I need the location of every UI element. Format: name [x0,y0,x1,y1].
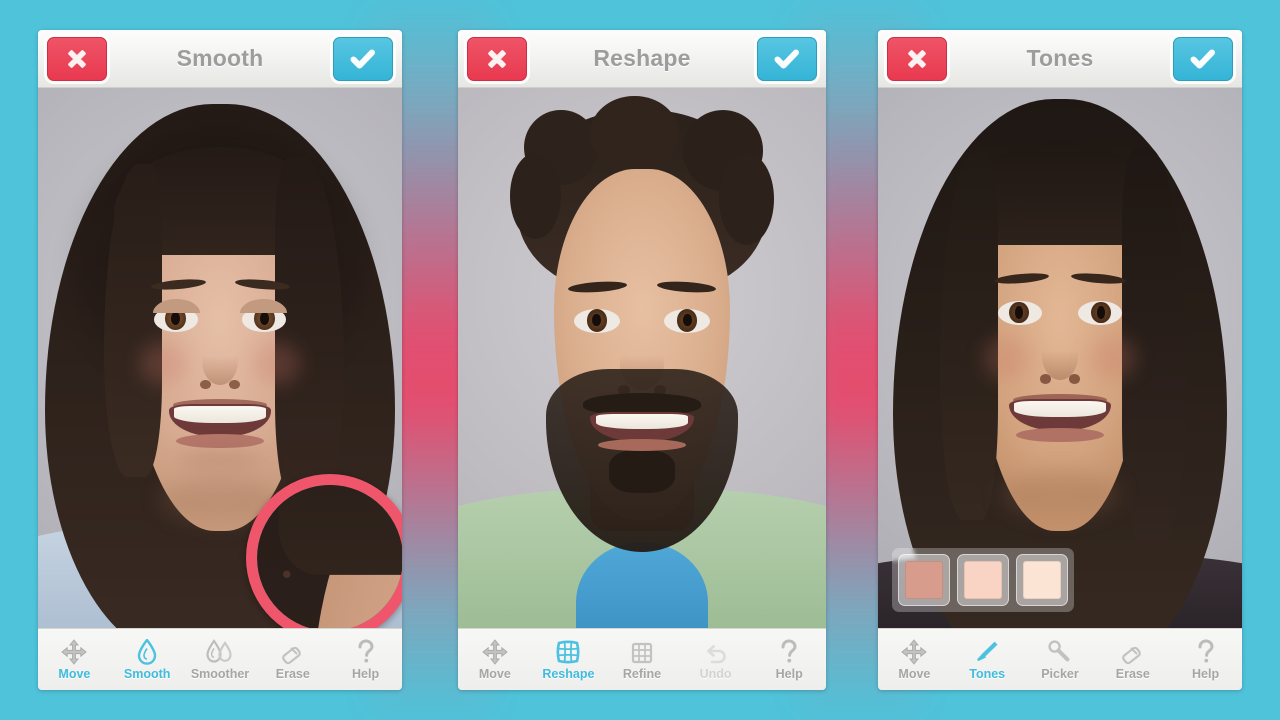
photo-canvas-smooth[interactable] [38,88,402,628]
move-arrows-icon [901,638,928,665]
tool-label: Erase [1115,666,1150,681]
check-icon [1190,49,1215,69]
magnifier-loupe[interactable] [246,474,402,628]
move-arrows-icon [482,638,508,665]
titlebar-tones: Tones [878,30,1242,88]
tool-label: Reshape [542,666,595,681]
warp-grid-icon [555,639,581,665]
tool-label: Help [352,666,380,681]
tool-picker[interactable]: Picker [1024,629,1097,690]
tool-move[interactable]: Move [38,629,111,690]
tool-label: Refine [622,666,662,681]
undo-arrow-icon [703,639,729,665]
tool-move[interactable]: Move [458,629,532,690]
tone-swatch-color [905,561,943,599]
tool-smooth[interactable]: Smooth [111,629,184,690]
toolbar-tones: Move Tones Picker Erase Help [878,628,1242,690]
tool-label: Erase [275,666,310,681]
tool-label: Help [775,666,803,681]
tool-help[interactable]: Help [1169,629,1242,690]
question-mark-icon [356,638,376,665]
cancel-button[interactable] [887,37,947,81]
tool-help[interactable]: Help [329,629,402,690]
eraser-icon [1120,639,1146,665]
tool-label: Move [898,666,931,681]
tone-swatch-color [964,561,1002,599]
tool-erase[interactable]: Erase [1096,629,1169,690]
tool-help[interactable]: Help [752,629,826,690]
tool-label: Move [58,666,91,681]
check-icon [774,49,799,69]
tool-label: Undo [699,666,732,681]
cancel-button[interactable] [47,37,107,81]
tool-refine[interactable]: Refine [605,629,679,690]
move-arrows-icon [61,638,88,665]
eraser-icon [280,639,306,665]
eyedropper-icon [1047,639,1073,665]
app-panel-tones: Tones Move Tones Picker Erase Help [878,30,1242,690]
close-icon [488,50,506,68]
tool-label: Move [478,666,511,681]
app-panel-reshape: Reshape Move Reshape Refine Undo Help [458,30,826,690]
tone-swatch-3[interactable] [1016,554,1068,606]
tool-undo[interactable]: Undo [679,629,753,690]
question-mark-icon [779,638,799,665]
tone-swatch-tray [892,548,1074,612]
photo-canvas-reshape[interactable] [458,88,826,628]
page-title: Reshape [593,45,691,71]
titlebar-reshape: Reshape [458,30,826,88]
tool-reshape[interactable]: Reshape [532,629,606,690]
app-panel-smooth: Smooth Move Smooth Smoother Erase Help [38,30,402,690]
fine-grid-icon [630,639,654,665]
close-icon [68,50,86,68]
page-title: Tones [1026,45,1094,71]
tool-erase[interactable]: Erase [256,629,329,690]
screenshot-stage: Smooth Move Smooth Smoother Erase Help R… [0,0,1280,720]
brush-icon [973,639,1001,665]
toolbar-smooth: Move Smooth Smoother Erase Help [38,628,402,690]
check-icon [350,49,375,69]
tool-label: Help [1192,666,1220,681]
titlebar-smooth: Smooth [38,30,402,88]
cancel-button[interactable] [467,37,527,81]
tool-label: Tones [969,666,1006,681]
tone-swatch-1[interactable] [898,554,950,606]
toolbar-reshape: Move Reshape Refine Undo Help [458,628,826,690]
tool-move[interactable]: Move [878,629,951,690]
close-icon [908,50,926,68]
confirm-button[interactable] [333,37,393,81]
tone-swatch-2[interactable] [957,554,1009,606]
confirm-button[interactable] [757,37,817,81]
tool-tones[interactable]: Tones [951,629,1024,690]
question-mark-icon [1196,638,1216,665]
tool-smoother[interactable]: Smoother [184,629,257,690]
photo-canvas-tones[interactable] [878,88,1242,628]
double-droplet-icon [205,638,235,665]
tool-label: Smooth [123,666,171,681]
confirm-button[interactable] [1173,37,1233,81]
tool-label: Picker [1041,666,1079,681]
page-title: Smooth [176,45,264,71]
tool-label: Smoother [190,666,250,681]
tone-swatch-color [1023,561,1061,599]
droplet-icon [136,638,158,665]
